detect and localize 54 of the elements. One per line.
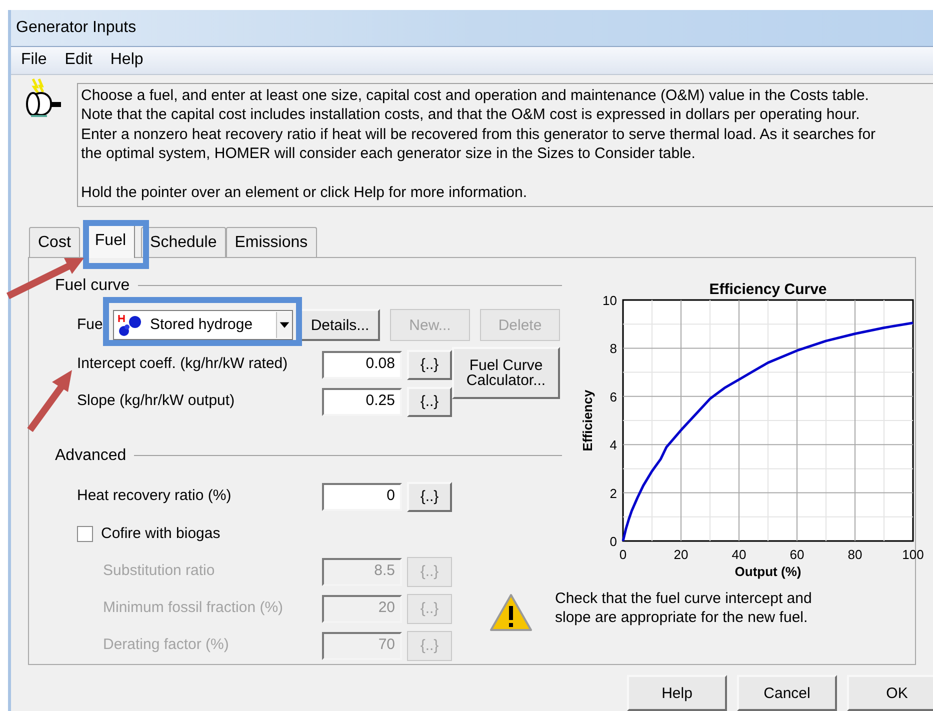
tab[interactable]: Schedule <box>141 227 226 257</box>
field-label: Intercept coeff. (kg/hr/kW rated) <box>77 354 288 374</box>
arrow <box>27 370 72 432</box>
y-tick-label: 6 <box>610 389 617 404</box>
checkbox-label: Cofire with biogas <box>101 524 220 544</box>
dialog-button[interactable]: Help <box>627 675 727 711</box>
y-axis-label: Efficiency <box>580 390 595 452</box>
field-label: Heat recovery ratio (%) <box>77 486 232 506</box>
y-tick-label: 10 <box>602 293 617 308</box>
variable-button[interactable]: {..} <box>407 350 452 380</box>
x-tick-label: 0 <box>619 547 627 562</box>
x-axis-label: Output (%) <box>734 564 802 579</box>
menu-item[interactable]: Edit <box>60 48 96 72</box>
window-title: Generator Inputs <box>16 18 136 38</box>
y-tick-label: 4 <box>610 438 617 453</box>
y-tick-label: 2 <box>610 486 617 501</box>
dialog-button[interactable]: Cancel <box>737 675 837 711</box>
menu-item[interactable]: Help <box>106 48 148 72</box>
warning-text: Check that the fuel curve intercept and slope are appropriate for the new fuel. <box>555 589 812 627</box>
y-tick-label: 8 <box>610 341 617 356</box>
field-label: Substitution ratio <box>102 561 215 582</box>
x-tick-label: 40 <box>732 547 746 562</box>
group-heading: Advanced <box>55 446 126 466</box>
x-tick-label: 80 <box>848 547 862 562</box>
warning-icon <box>489 593 533 633</box>
number-field[interactable]: 0 <box>322 482 402 510</box>
tab[interactable]: Emissions <box>226 227 317 257</box>
chart-title: Efficiency Curve <box>709 281 827 298</box>
x-tick-label: 20 <box>674 547 688 562</box>
field-label: Derating factor (%) <box>102 635 229 656</box>
caret-icon[interactable] <box>276 312 292 338</box>
menu-item[interactable]: File <box>17 48 51 72</box>
field-label: Minimum fossil fraction (%) <box>102 598 284 618</box>
calculator-button[interactable]: Fuel Curve Calculator... <box>452 347 560 399</box>
field-label: Slope (kg/hr/kW output) <box>77 391 235 412</box>
action-button[interactable]: Details... <box>300 309 380 341</box>
x-tick-label: 60 <box>790 547 804 562</box>
group-heading: Fuel curve <box>55 276 130 296</box>
number-field[interactable]: 0.08 <box>322 350 402 378</box>
checkbox[interactable] <box>77 526 93 542</box>
variable-button[interactable]: {..} <box>407 482 452 512</box>
tab[interactable]: Cost <box>29 227 80 257</box>
dropdown-value: Stored hydroge <box>150 314 253 335</box>
x-tick-label: 100 <box>902 547 924 562</box>
highlight-box <box>83 220 149 269</box>
info-text: Choose a fuel, and enter at least one size, capital cost and operation and maintenance (O&M) value in the Costs table. Note that the capital cost includes installation costs, and that the O&M cost is expressed in dollars per operating hour. Enter a nonzero heat recovery ratio if heat will be recovered from this generator to serve thermal load. As it searches for the optimal system, HOMER will consider each generator size in the Sizes to Consider table. <box>81 86 877 164</box>
dialog-button[interactable]: OK <box>847 675 933 711</box>
number-field[interactable]: 0.25 <box>322 388 402 416</box>
variable-button[interactable]: {..} <box>407 386 452 416</box>
info-text: Hold the pointer over an element or click Help for more information. <box>81 182 528 202</box>
fuel-dropdown[interactable]: Stored hydroge <box>113 310 293 340</box>
y-tick-label: 0 <box>610 534 617 549</box>
molecule-icon <box>116 312 144 338</box>
field-label: Fue <box>77 314 104 335</box>
